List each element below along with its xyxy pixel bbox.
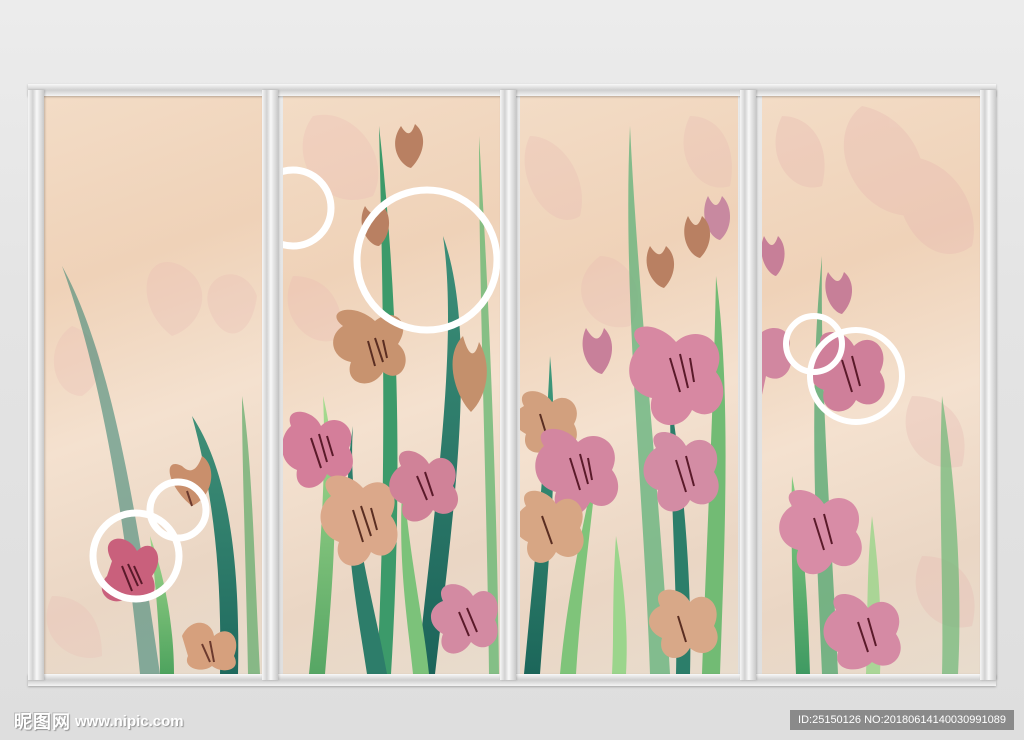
frame-post-left bbox=[28, 90, 44, 680]
site-url: www.nipic.com bbox=[75, 712, 184, 730]
panel-2-artwork bbox=[283, 114, 501, 674]
frame-post-divider-1 bbox=[262, 90, 278, 680]
mural-panel-1 bbox=[42, 96, 264, 674]
frame-post-divider-3 bbox=[740, 90, 756, 680]
mural-panel-2 bbox=[283, 96, 501, 674]
watermark: 昵图网 www.nipic.com bbox=[14, 708, 184, 734]
nipic-logo: 昵图网 bbox=[14, 712, 71, 733]
mural-panel-4 bbox=[762, 96, 982, 674]
panel-4-artwork bbox=[762, 106, 975, 674]
frame-post-right bbox=[980, 90, 996, 680]
panel-1-artwork bbox=[46, 262, 260, 674]
image-id-badge: ID:25150126 NO:20180614140030991089 bbox=[790, 710, 1014, 730]
frame-post-divider-2 bbox=[500, 90, 516, 680]
mural-panel-3 bbox=[520, 96, 738, 674]
panel-3-artwork bbox=[520, 116, 732, 674]
